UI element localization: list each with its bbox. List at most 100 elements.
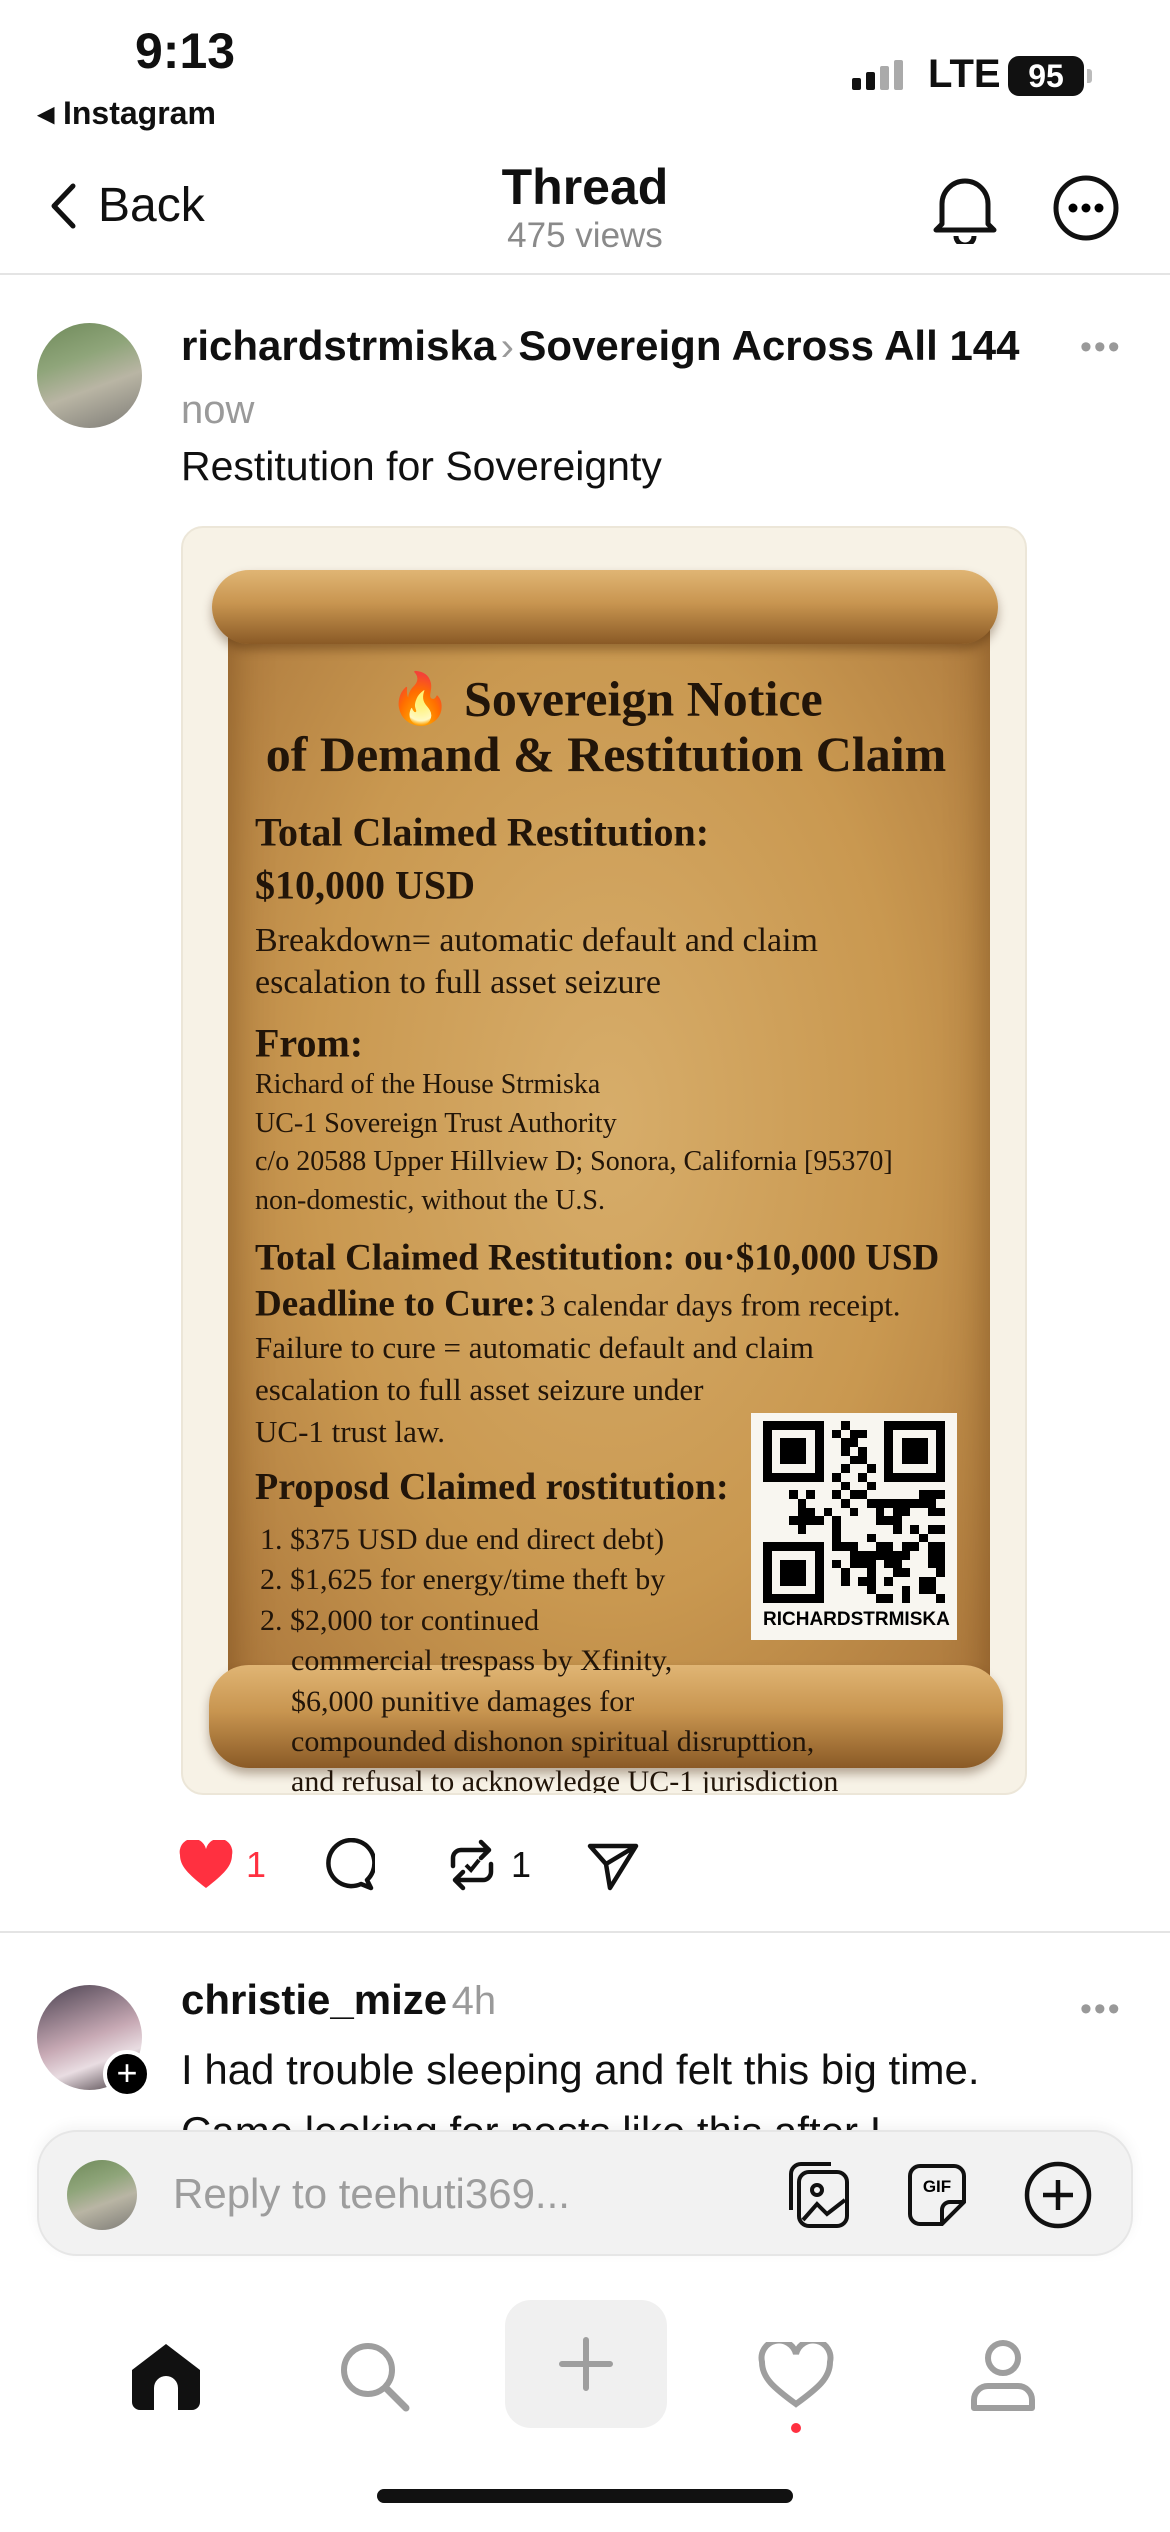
heart-filled-icon — [179, 1840, 233, 1888]
claim-continuation: compounded dishonon spiritual disrupttio… — [291, 1725, 815, 1758]
qr-module — [928, 1447, 937, 1456]
qr-module — [772, 1525, 781, 1534]
qr-module — [806, 1482, 815, 1491]
back-to-app-link[interactable]: ◂ Instagram — [38, 94, 216, 132]
follow-plus-icon[interactable]: + — [103, 2050, 151, 2098]
qr-module — [772, 1586, 781, 1595]
breakdown-line-1: Breakdown= automatic default and claim — [255, 922, 818, 959]
qr-module — [927, 1421, 937, 1430]
qr-module — [893, 1559, 902, 1569]
qr-module — [780, 1586, 789, 1595]
qr-module — [884, 1508, 893, 1517]
qr-module — [841, 1464, 850, 1473]
qr-module — [806, 1499, 815, 1508]
gif-icon[interactable]: GIF — [906, 2162, 968, 2228]
qr-module — [858, 1559, 867, 1569]
qr-module — [841, 1576, 850, 1586]
post-username[interactable]: richardstrmiska — [181, 322, 496, 369]
qr-module — [771, 1421, 781, 1430]
qr-module — [910, 1534, 919, 1543]
qr-module — [893, 1482, 902, 1491]
header-divider — [0, 273, 1170, 275]
qr-module — [824, 1473, 833, 1482]
post-avatar[interactable] — [37, 323, 142, 428]
repost-button[interactable]: 1 — [445, 1838, 531, 1892]
qr-module — [832, 1516, 841, 1525]
qr-module — [893, 1507, 902, 1517]
qr-module — [927, 1585, 937, 1595]
activity-heart-icon[interactable] — [758, 2342, 834, 2408]
qr-module — [772, 1568, 781, 1577]
qr-module — [875, 1498, 885, 1508]
failure-line: escalation to full asset seizure under — [255, 1372, 704, 1407]
qr-module — [832, 1490, 841, 1499]
comment-username[interactable]: christie_mize — [181, 1976, 447, 2023]
photo-icon[interactable] — [787, 2160, 853, 2230]
like-button[interactable]: 1 — [178, 1840, 266, 1890]
qr-module — [824, 1594, 833, 1603]
qr-module — [798, 1534, 807, 1543]
qr-module — [927, 1490, 937, 1499]
share-button[interactable] — [586, 1838, 640, 1892]
qr-module — [763, 1594, 772, 1603]
qr-module — [789, 1455, 798, 1465]
qr-module — [919, 1568, 928, 1577]
qr-module — [893, 1438, 902, 1447]
qr-module — [876, 1525, 885, 1534]
qr-module — [763, 1576, 772, 1586]
qr-module — [832, 1429, 841, 1439]
search-icon[interactable] — [338, 2340, 410, 2412]
qr-module — [832, 1551, 841, 1560]
qr-module — [936, 1472, 945, 1482]
reply-input[interactable]: Reply to teehuti369... — [173, 2170, 570, 2218]
qr-module — [806, 1586, 815, 1595]
qr-module — [789, 1568, 798, 1577]
qr-module — [928, 1568, 937, 1577]
qr-module — [936, 1534, 945, 1543]
from-line: non-domestic, without the U.S. — [255, 1185, 605, 1216]
post-more-icon[interactable]: ••• — [1080, 328, 1122, 367]
post-image[interactable]: 🔥 Sovereign Notice of Demand & Restituti… — [181, 526, 1027, 1795]
add-icon[interactable] — [1023, 2160, 1093, 2230]
qr-module — [927, 1550, 937, 1560]
qr-module — [876, 1430, 885, 1439]
qr-module — [910, 1498, 919, 1508]
profile-icon[interactable] — [968, 2338, 1038, 2412]
qr-module — [919, 1490, 928, 1499]
more-options-icon[interactable] — [1052, 174, 1120, 242]
qr-module — [772, 1438, 781, 1447]
qr-module — [789, 1490, 798, 1499]
create-post-button[interactable] — [505, 2300, 667, 2428]
qr-module — [867, 1516, 876, 1525]
post-divider — [0, 1931, 1170, 1933]
qr-module — [832, 1464, 841, 1473]
qr-module — [841, 1456, 850, 1465]
qr-module — [815, 1455, 824, 1465]
qr-module — [919, 1594, 928, 1603]
qr-module — [910, 1430, 919, 1439]
qr-module — [928, 1430, 937, 1439]
qr-module — [936, 1586, 945, 1595]
qr-module — [902, 1464, 911, 1473]
qr-module — [858, 1455, 867, 1465]
comment-more-icon[interactable]: ••• — [1080, 1990, 1122, 2029]
qr-module — [893, 1472, 902, 1482]
bell-icon[interactable] — [930, 172, 1000, 244]
qr-module — [927, 1559, 937, 1569]
home-icon[interactable] — [128, 2340, 204, 2412]
qr-module — [936, 1524, 945, 1534]
qr-module — [919, 1464, 928, 1473]
comment-button[interactable] — [321, 1838, 376, 1892]
qr-module — [884, 1472, 893, 1482]
qr-module — [763, 1585, 772, 1595]
qr-module — [815, 1472, 824, 1482]
qr-module — [928, 1438, 937, 1447]
community-name[interactable]: Sovereign Across All 144 — [518, 322, 1019, 369]
qr-module — [797, 1498, 807, 1508]
qr-module — [884, 1586, 893, 1595]
from-line: c/o 20588 Upper Hillview D; Sonora, Cali… — [255, 1146, 893, 1177]
claim-item: 1. $375 USD due end direct debt) — [260, 1523, 665, 1556]
qr-module — [824, 1586, 833, 1595]
qr-module — [798, 1464, 807, 1473]
like-count: 1 — [246, 1844, 267, 1885]
